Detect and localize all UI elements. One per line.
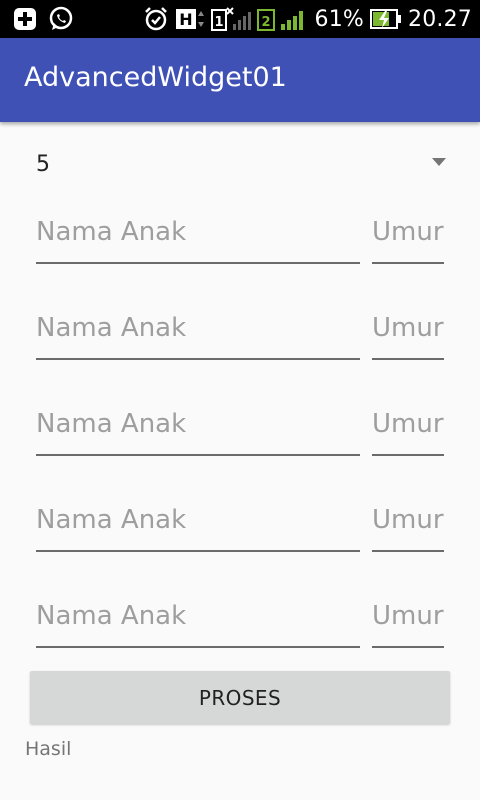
status-bar: H 1 2 61% 20.27 bbox=[0, 0, 480, 38]
network-type-icon: H bbox=[175, 6, 205, 32]
network-type-text: H bbox=[179, 10, 192, 29]
child-age-input[interactable] bbox=[372, 304, 444, 352]
sim1-label: 1 bbox=[214, 15, 223, 30]
child-name-input[interactable] bbox=[36, 208, 360, 256]
child-row-2 bbox=[36, 304, 444, 360]
child-age-input[interactable] bbox=[372, 400, 444, 448]
alarm-icon bbox=[143, 6, 169, 32]
child-age-field bbox=[372, 496, 444, 552]
child-row-4 bbox=[36, 496, 444, 552]
child-name-field bbox=[36, 400, 360, 456]
child-row-3 bbox=[36, 400, 444, 456]
count-spinner[interactable]: 5 bbox=[24, 140, 456, 188]
app-bar: AdvancedWidget01 bbox=[0, 38, 480, 122]
sim2-signal-icon: 2 bbox=[256, 6, 309, 32]
child-name-input[interactable] bbox=[36, 592, 360, 640]
battery-charging-icon bbox=[370, 6, 402, 32]
child-row-5 bbox=[36, 592, 444, 648]
clock-time: 20.27 bbox=[408, 6, 472, 32]
dropdown-arrow-icon bbox=[432, 158, 446, 166]
spinner-selected-value: 5 bbox=[36, 152, 50, 177]
app-title: AdvancedWidget01 bbox=[24, 62, 287, 93]
child-name-input[interactable] bbox=[36, 400, 360, 448]
battery-percent: 61% bbox=[314, 6, 365, 32]
child-age-field bbox=[372, 592, 444, 648]
child-age-input[interactable] bbox=[372, 592, 444, 640]
child-name-field bbox=[36, 496, 360, 552]
child-name-field bbox=[36, 592, 360, 648]
child-row-1 bbox=[36, 208, 444, 264]
child-name-input[interactable] bbox=[36, 496, 360, 544]
status-indicators: H 1 2 61% 20.27 bbox=[143, 4, 472, 34]
sim1-signal-icon: 1 bbox=[210, 6, 251, 32]
proses-button[interactable]: PROSES bbox=[30, 671, 450, 724]
child-name-field bbox=[36, 208, 360, 264]
child-age-field bbox=[372, 208, 444, 264]
sim2-label: 2 bbox=[261, 15, 270, 30]
child-name-input[interactable] bbox=[36, 304, 360, 352]
child-age-input[interactable] bbox=[372, 208, 444, 256]
whatsapp-icon bbox=[48, 6, 74, 32]
child-age-field bbox=[372, 304, 444, 360]
child-age-input[interactable] bbox=[372, 496, 444, 544]
child-age-field bbox=[372, 400, 444, 456]
status-notifications bbox=[12, 6, 74, 32]
add-notification-icon bbox=[12, 6, 38, 32]
app-screen: H 1 2 61% 20.27 AdvancedWidget01 5 Nama … bbox=[0, 0, 480, 800]
result-text: Hasil bbox=[25, 738, 72, 760]
child-name-field bbox=[36, 304, 360, 360]
